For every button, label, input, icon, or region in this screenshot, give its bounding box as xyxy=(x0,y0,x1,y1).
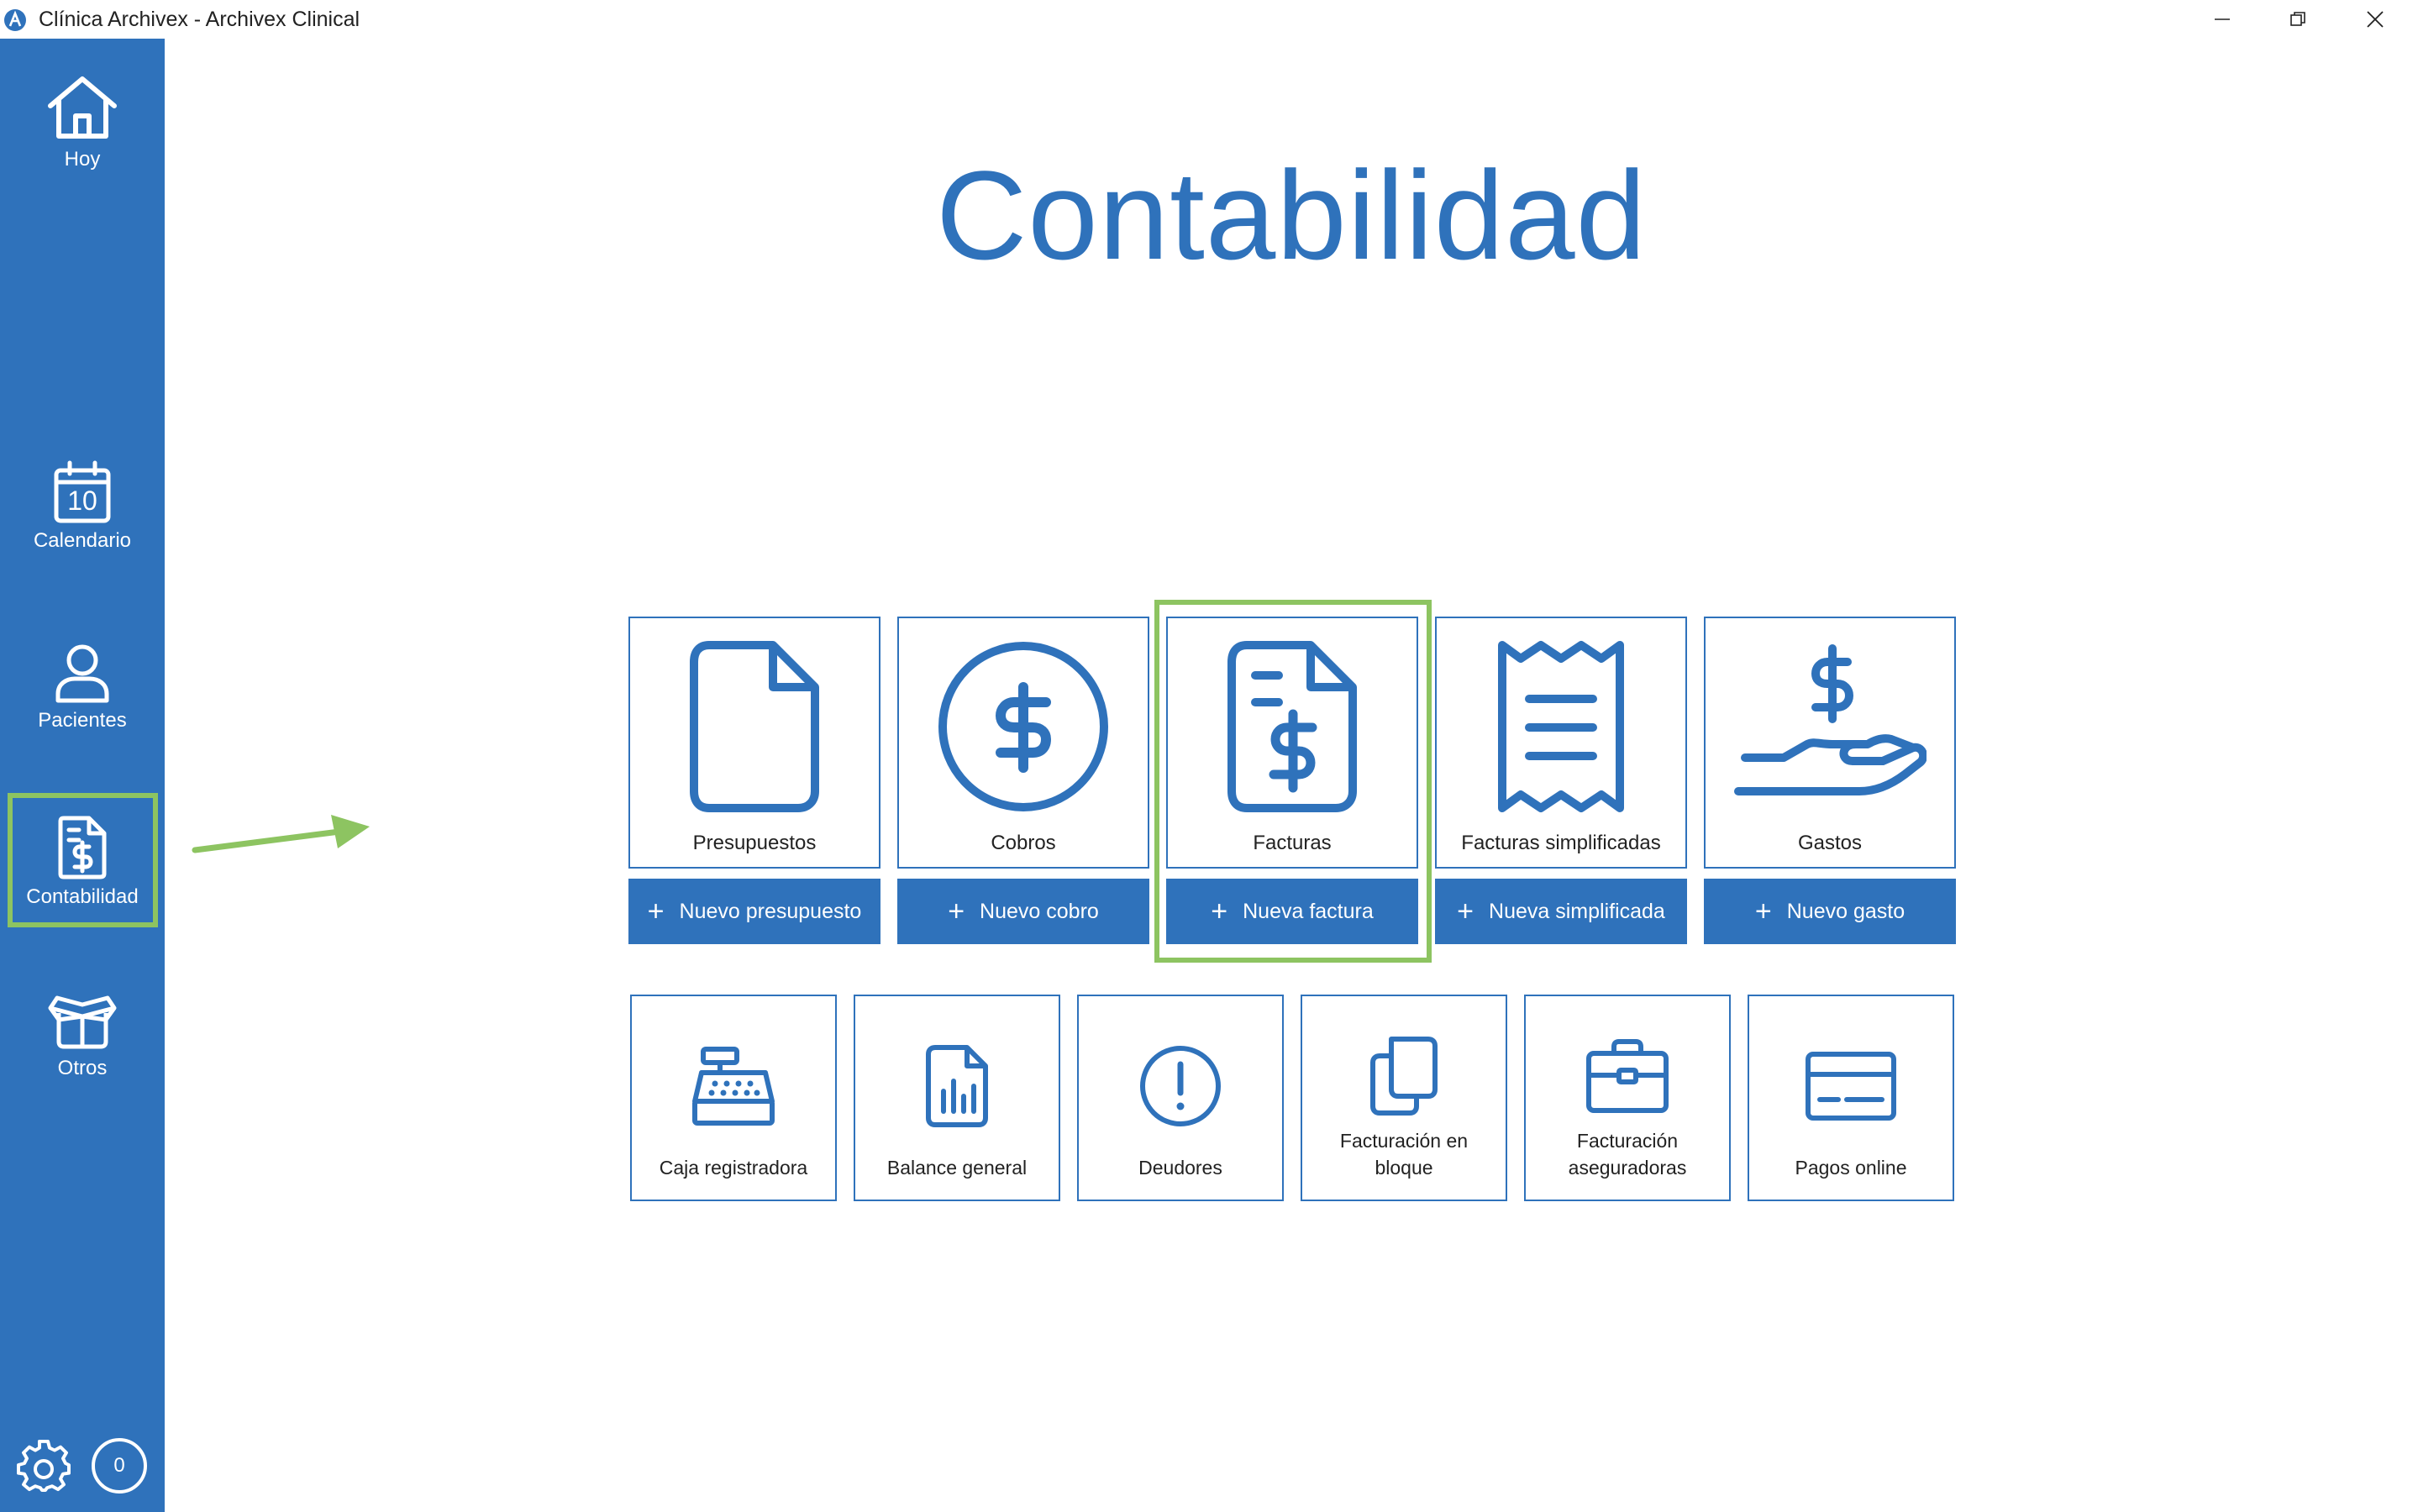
tile-label: Deudores xyxy=(1138,1157,1222,1179)
dollar-circle-icon xyxy=(938,642,1108,811)
document-icon xyxy=(690,641,819,812)
tile-label: Facturas simplificadas xyxy=(1461,832,1661,854)
restore-button[interactable] xyxy=(2260,0,2336,39)
sidebar-item-label: Calendario xyxy=(33,529,132,552)
sidebar-item-otros[interactable]: Otros xyxy=(0,990,165,1080)
restore-icon xyxy=(2290,12,2305,26)
plus-icon: + xyxy=(1457,895,1474,927)
minimize-button[interactable] xyxy=(2184,0,2260,39)
tile-balance-general[interactable]: Balance general xyxy=(854,995,1060,1201)
page-title: Contabilidad xyxy=(936,144,1647,286)
tile-presupuestos[interactable]: Presupuestos xyxy=(628,617,880,869)
button-label: Nuevo cobro xyxy=(980,899,1099,923)
calendar-icon: 10 xyxy=(53,460,112,524)
box-icon xyxy=(48,995,117,1049)
cash-register-icon xyxy=(692,1047,775,1126)
alert-circle-icon xyxy=(1140,1046,1221,1126)
button-label: Nueva simplificada xyxy=(1489,899,1665,923)
tile-label: Cobros xyxy=(991,832,1056,854)
tile-label: Presupuestos xyxy=(692,832,817,854)
plus-icon: + xyxy=(948,895,965,927)
user-icon xyxy=(55,644,109,703)
arrow-right-icon xyxy=(192,815,370,853)
sidebar-item-calendario[interactable]: 10 Calendario xyxy=(0,460,165,553)
notification-count-badge[interactable]: 0 xyxy=(92,1438,147,1494)
tile-label: Balance general xyxy=(886,1157,1028,1179)
credit-card-icon xyxy=(1806,1052,1896,1121)
close-button[interactable] xyxy=(2337,0,2413,39)
button-label: Nuevo presupuesto xyxy=(679,899,862,923)
hand-dollar-icon xyxy=(1734,644,1927,795)
nuevo-gasto-button[interactable]: + Nuevo gasto xyxy=(1704,879,1956,944)
calendar-day: 10 xyxy=(67,486,97,516)
tile-label: Pagos online xyxy=(1795,1157,1907,1179)
sidebar-item-label: Otros xyxy=(57,1057,108,1079)
tile-facturas-simplificadas[interactable]: Facturas simplificadas xyxy=(1435,617,1687,869)
tile-label: Caja registradora xyxy=(659,1157,808,1179)
tile-facturacion-aseguradoras[interactable]: Facturación aseguradoras xyxy=(1524,995,1731,1201)
home-icon xyxy=(48,76,117,139)
plus-icon: + xyxy=(1754,895,1772,927)
receipt-icon xyxy=(1498,641,1624,812)
nuevo-presupuesto-button[interactable]: + Nuevo presupuesto xyxy=(628,879,880,944)
tile-caja-registradora[interactable]: Caja registradora xyxy=(630,995,837,1201)
tile-deudores[interactable]: Deudores xyxy=(1077,995,1284,1201)
briefcase-icon xyxy=(1586,1039,1669,1113)
title-bar: Clínica Archivex - Archivex Clinical xyxy=(0,0,2418,39)
tile-cobros[interactable]: Cobros xyxy=(897,617,1149,869)
app-window: Clínica Archivex - Archivex Clinical Hoy xyxy=(0,0,2418,1512)
tile-pagos-online[interactable]: Pagos online xyxy=(1748,995,1954,1201)
report-chart-icon xyxy=(926,1045,988,1127)
tile-label: Facturación en bloque xyxy=(1339,1130,1469,1179)
nueva-simplificada-button[interactable]: + Nueva simplificada xyxy=(1435,879,1687,944)
close-icon xyxy=(2367,11,2384,28)
facturas-highlight xyxy=(1154,600,1432,963)
tile-label: Gastos xyxy=(1797,832,1863,854)
sidebar-item-label: Pacientes xyxy=(38,709,127,732)
sidebar-active-highlight xyxy=(8,793,158,927)
tile-gastos[interactable]: Gastos xyxy=(1704,617,1956,869)
minimize-icon xyxy=(2215,18,2230,20)
tile-label: Facturación aseguradoras xyxy=(1568,1130,1687,1179)
nuevo-cobro-button[interactable]: + Nuevo cobro xyxy=(897,879,1149,944)
button-label: Nuevo gasto xyxy=(1786,899,1905,923)
plus-icon: + xyxy=(647,895,665,927)
gear-icon[interactable] xyxy=(17,1440,71,1494)
sidebar-item-pacientes[interactable]: Pacientes xyxy=(0,642,165,732)
app-logo-icon xyxy=(4,9,26,31)
copy-icon xyxy=(1370,1037,1438,1116)
tile-facturacion-en-bloque[interactable]: Facturación en bloque xyxy=(1301,995,1507,1201)
window-title: Clínica Archivex - Archivex Clinical xyxy=(39,8,360,31)
